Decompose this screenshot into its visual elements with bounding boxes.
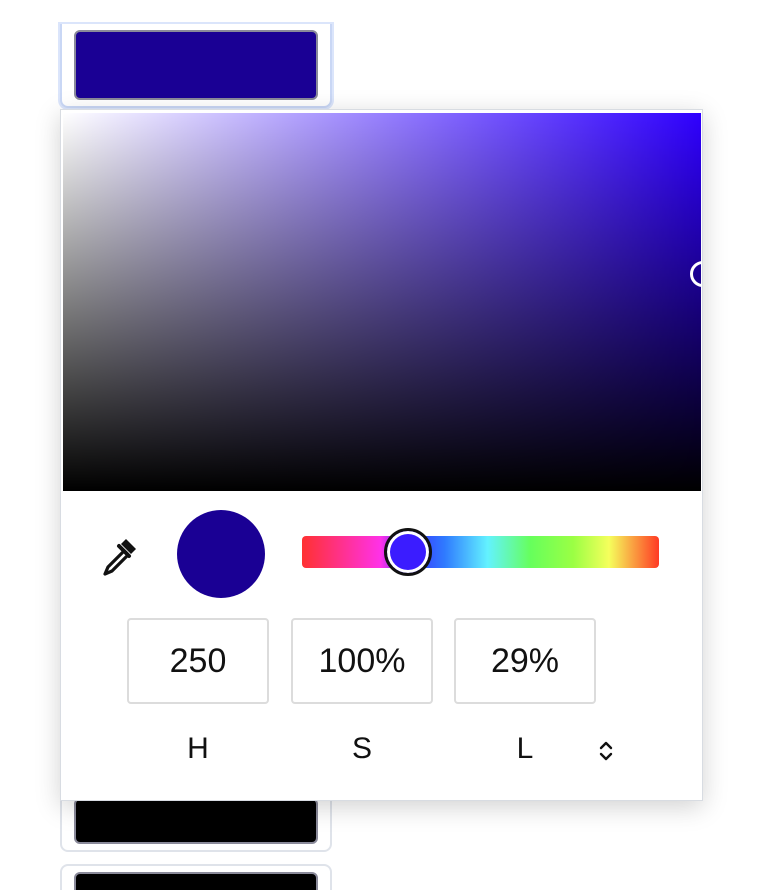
lightness-field[interactable] <box>454 618 596 704</box>
hue-input[interactable] <box>129 641 267 681</box>
color-swatch-fill <box>74 798 318 844</box>
saturation-field[interactable] <box>291 618 433 704</box>
color-mode-toggle-button[interactable] <box>593 736 619 766</box>
color-swatch-button[interactable] <box>60 24 332 108</box>
lightness-input[interactable] <box>456 641 594 681</box>
saturation-label: S <box>351 732 372 765</box>
hue-slider[interactable] <box>302 528 659 576</box>
hue-slider-thumb[interactable] <box>384 528 433 576</box>
current-color-preview <box>177 510 265 598</box>
color-swatch-fill <box>74 30 318 100</box>
color-swatch-fill <box>74 872 318 890</box>
saturation-value-area[interactable] <box>63 113 701 491</box>
value-gradient <box>63 113 701 491</box>
color-picker-stage: H S L <box>0 0 760 890</box>
hue-label: H <box>187 732 209 765</box>
saturation-input[interactable] <box>293 641 431 681</box>
color-swatch-button[interactable] <box>60 864 332 890</box>
eyedropper-button[interactable] <box>97 534 141 578</box>
chevron-up-down-icon <box>599 741 613 761</box>
hue-field[interactable] <box>127 618 269 704</box>
lightness-label: L <box>516 732 534 765</box>
color-picker-popover: H S L <box>60 109 703 801</box>
eyedropper-icon <box>103 539 136 576</box>
